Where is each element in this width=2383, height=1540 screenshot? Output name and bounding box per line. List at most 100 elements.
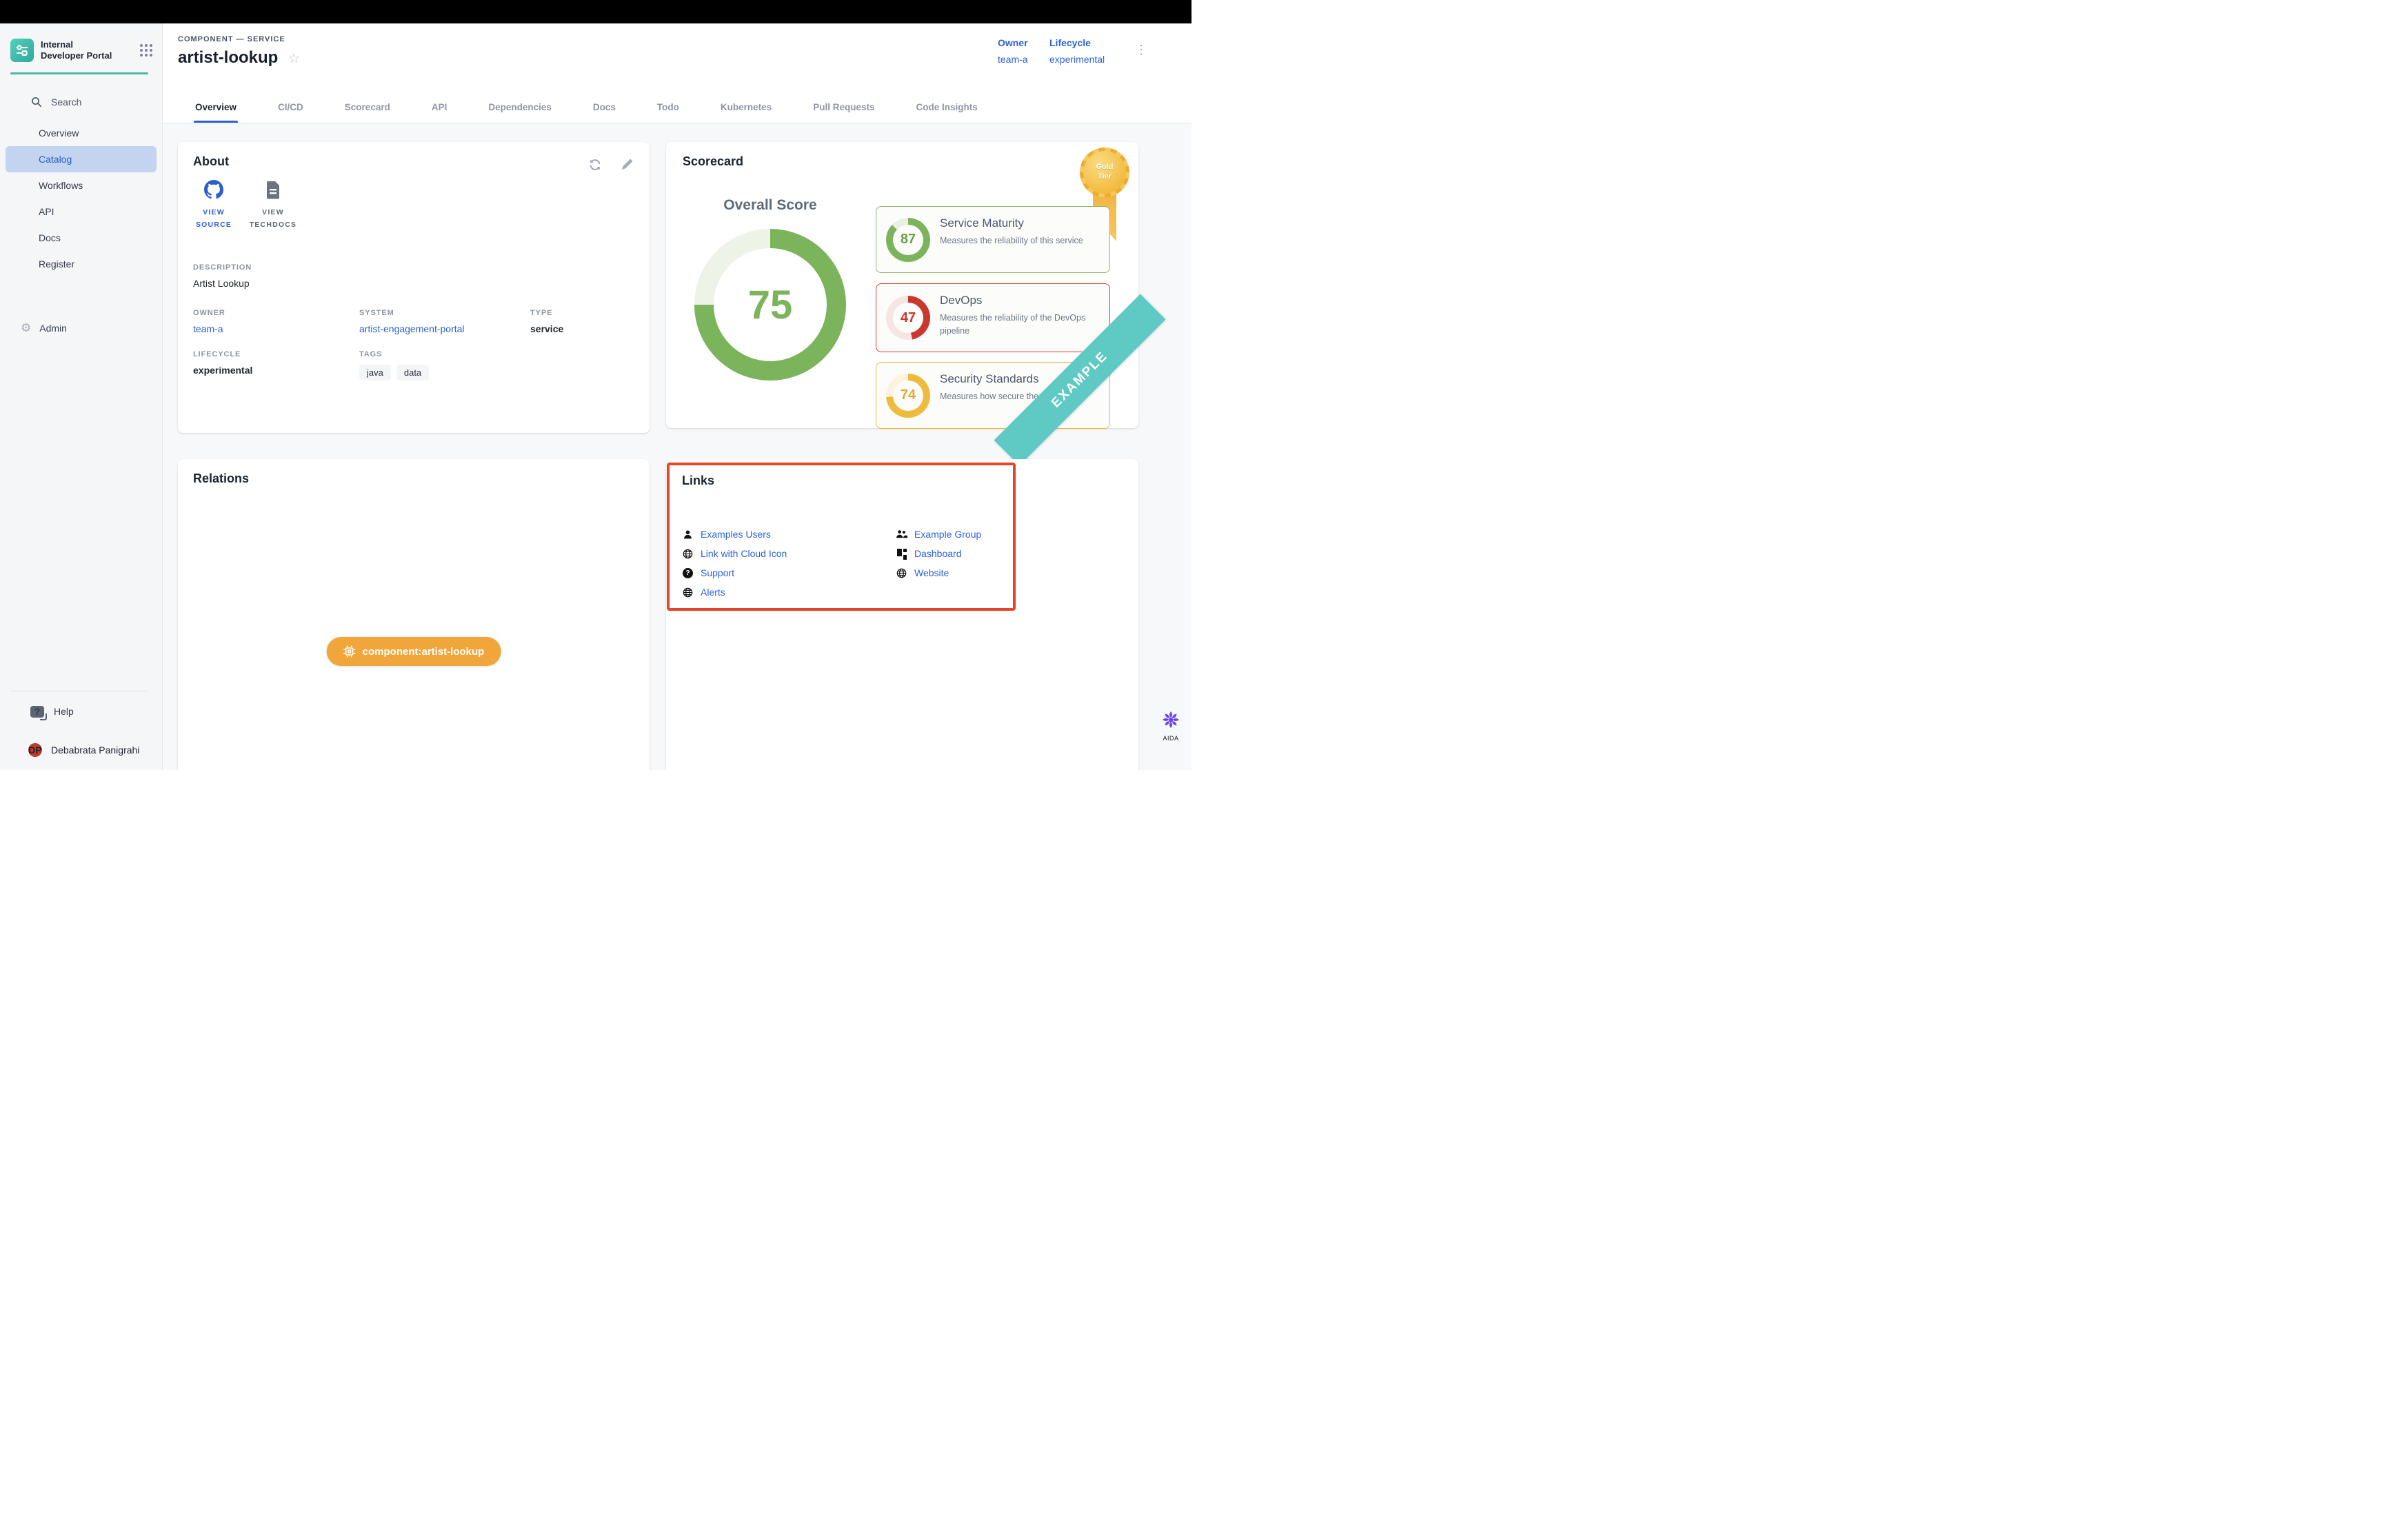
link-support[interactable]: Support [701, 567, 734, 578]
relations-card: Relations component:artist-lookup [178, 459, 650, 770]
owner-label: OWNER [193, 309, 225, 317]
metric-service-maturity[interactable]: 87 Service Maturity Measures the reliabi… [876, 206, 1110, 273]
link-website[interactable]: Website [914, 567, 949, 578]
type-label: TYPE [530, 309, 563, 317]
link-dashboard[interactable]: Dashboard [914, 548, 962, 559]
tags-label: TAGS [359, 350, 429, 358]
view-source-action[interactable]: VIEW SOURCE [185, 178, 243, 232]
globe-icon [896, 568, 907, 578]
sidebar-item-workflows[interactable]: Workflows [6, 172, 157, 199]
tag-chip[interactable]: data [396, 365, 429, 381]
description-label: DESCRIPTION [193, 263, 252, 272]
portal-title: Internal Developer Portal [41, 39, 118, 62]
tab-bar: Overview CI/CD Scorecard API Dependencie… [194, 92, 979, 123]
scorecard-title: Scorecard [683, 154, 743, 169]
star-icon[interactable]: ☆ [288, 50, 300, 67]
tab-code-insights[interactable]: Code Insights [914, 92, 978, 123]
sidebar: Internal Developer Portal Search Overvie… [0, 23, 163, 770]
edit-pencil-icon[interactable] [618, 156, 636, 174]
link-alerts[interactable]: Alerts [701, 587, 725, 598]
links-column-1: Examples Users Link with Cloud Icon ? S [682, 525, 896, 602]
sidebar-item-help[interactable]: ? Help [0, 700, 162, 722]
sidebar-user[interactable]: DP Debabrata Panigrahi [0, 738, 162, 762]
search-label: Search [51, 97, 81, 108]
kebab-menu-icon[interactable]: ⋮ [1129, 40, 1153, 60]
about-card: About VIEW SOURCE [178, 142, 650, 433]
link-cloud-icon[interactable]: Link with Cloud Icon [701, 548, 787, 559]
links-title: Links [682, 474, 714, 488]
metric-ring: 74 [886, 374, 930, 418]
tag-chip[interactable]: java [359, 365, 391, 381]
sidebar-item-overview[interactable]: Overview [6, 120, 157, 146]
portal-logo-icon [10, 39, 34, 62]
link-item: Link with Cloud Icon [682, 544, 896, 563]
metric-ring: 47 [886, 296, 930, 340]
chip-icon [343, 645, 356, 658]
sidebar-item-register[interactable]: Register [6, 251, 157, 277]
tab-api[interactable]: API [430, 92, 449, 123]
group-icon [896, 529, 907, 539]
tab-todo[interactable]: Todo [656, 92, 681, 123]
metric-ring: 87 [886, 218, 930, 262]
refresh-icon[interactable] [586, 156, 604, 174]
links-card: Links Examples Users [666, 459, 1138, 770]
gear-icon: ⚙ [21, 321, 31, 335]
lifecycle-value: experimental [193, 365, 252, 376]
links-column-2: Example Group Dashboard [896, 525, 981, 602]
entity-kind-eyebrow: COMPONENT — SERVICE [178, 35, 285, 43]
about-title: About [193, 154, 229, 169]
aida-label: AIDA [1156, 735, 1186, 742]
metric-devops[interactable]: 47 DevOps Measures the reliability of th… [876, 283, 1110, 352]
user-name: Debabrata Panigrahi [51, 744, 139, 756]
relation-entity-badge[interactable]: component:artist-lookup [327, 637, 501, 666]
header-owner-value[interactable]: team-a [998, 54, 1028, 65]
system-link[interactable]: artist-engagement-portal [359, 323, 465, 334]
sidebar-header: Internal Developer Portal [10, 39, 152, 62]
tab-scorecard[interactable]: Scorecard [343, 92, 392, 123]
header-lifecycle-value: experimental [1049, 54, 1105, 65]
overall-score-ring: 75 [694, 229, 846, 381]
tab-docs[interactable]: Docs [592, 92, 617, 123]
overall-score-value: 75 [714, 248, 827, 361]
link-item: Website [896, 563, 981, 582]
sidebar-item-api[interactable]: API [6, 199, 157, 225]
tab-overview[interactable]: Overview [194, 92, 238, 123]
globe-icon [682, 549, 694, 559]
document-icon [244, 178, 302, 201]
aida-widget[interactable]: AIDA [1156, 710, 1186, 742]
main-area: COMPONENT — SERVICE artist-lookup ☆ Owne… [163, 23, 1192, 770]
tab-kubernetes[interactable]: Kubernetes [719, 92, 773, 123]
scorecard-card: Scorecard Gold Tier Overall Score 75 [666, 142, 1138, 428]
window-top-bar [0, 0, 1192, 23]
github-icon [185, 178, 243, 201]
link-item: Example Group [896, 525, 981, 544]
system-label: SYSTEM [359, 309, 465, 317]
view-techdocs-action[interactable]: VIEW TECHDOCS [244, 178, 302, 232]
globe-icon [682, 587, 694, 598]
gold-badge-medal: Gold Tier [1083, 151, 1126, 194]
sidebar-item-admin[interactable]: ⚙ Admin [0, 316, 162, 341]
sidebar-nav: Overview Catalog Workflows API Docs Regi… [6, 120, 157, 277]
content-area: About VIEW SOURCE [163, 124, 1192, 770]
sidebar-item-docs[interactable]: Docs [6, 225, 157, 251]
link-item: Examples Users [682, 525, 896, 544]
link-examples-users[interactable]: Examples Users [701, 529, 771, 540]
sidebar-search[interactable]: Search [0, 91, 162, 113]
tab-dependencies[interactable]: Dependencies [487, 92, 553, 123]
aida-flower-icon [1161, 710, 1180, 729]
page-header: COMPONENT — SERVICE artist-lookup ☆ Owne… [163, 23, 1192, 123]
header-owner[interactable]: Owner team-a [998, 34, 1028, 68]
sidebar-item-catalog[interactable]: Catalog [6, 146, 157, 172]
tab-pull-requests[interactable]: Pull Requests [812, 92, 876, 123]
overall-score: Overall Score 75 [694, 197, 846, 381]
links-highlight-box: Links Examples Users [667, 463, 1016, 611]
link-example-group[interactable]: Example Group [914, 529, 981, 540]
type-value: service [530, 323, 563, 334]
app-root: Internal Developer Portal Search Overvie… [0, 0, 1192, 770]
header-lifecycle[interactable]: Lifecycle experimental [1049, 34, 1105, 68]
help-chat-icon: ? [30, 706, 44, 718]
app-grid-icon[interactable] [140, 44, 152, 57]
owner-link[interactable]: team-a [193, 323, 225, 334]
tab-cicd[interactable]: CI/CD [276, 92, 305, 123]
relation-badge-label: component:artist-lookup [363, 646, 485, 658]
